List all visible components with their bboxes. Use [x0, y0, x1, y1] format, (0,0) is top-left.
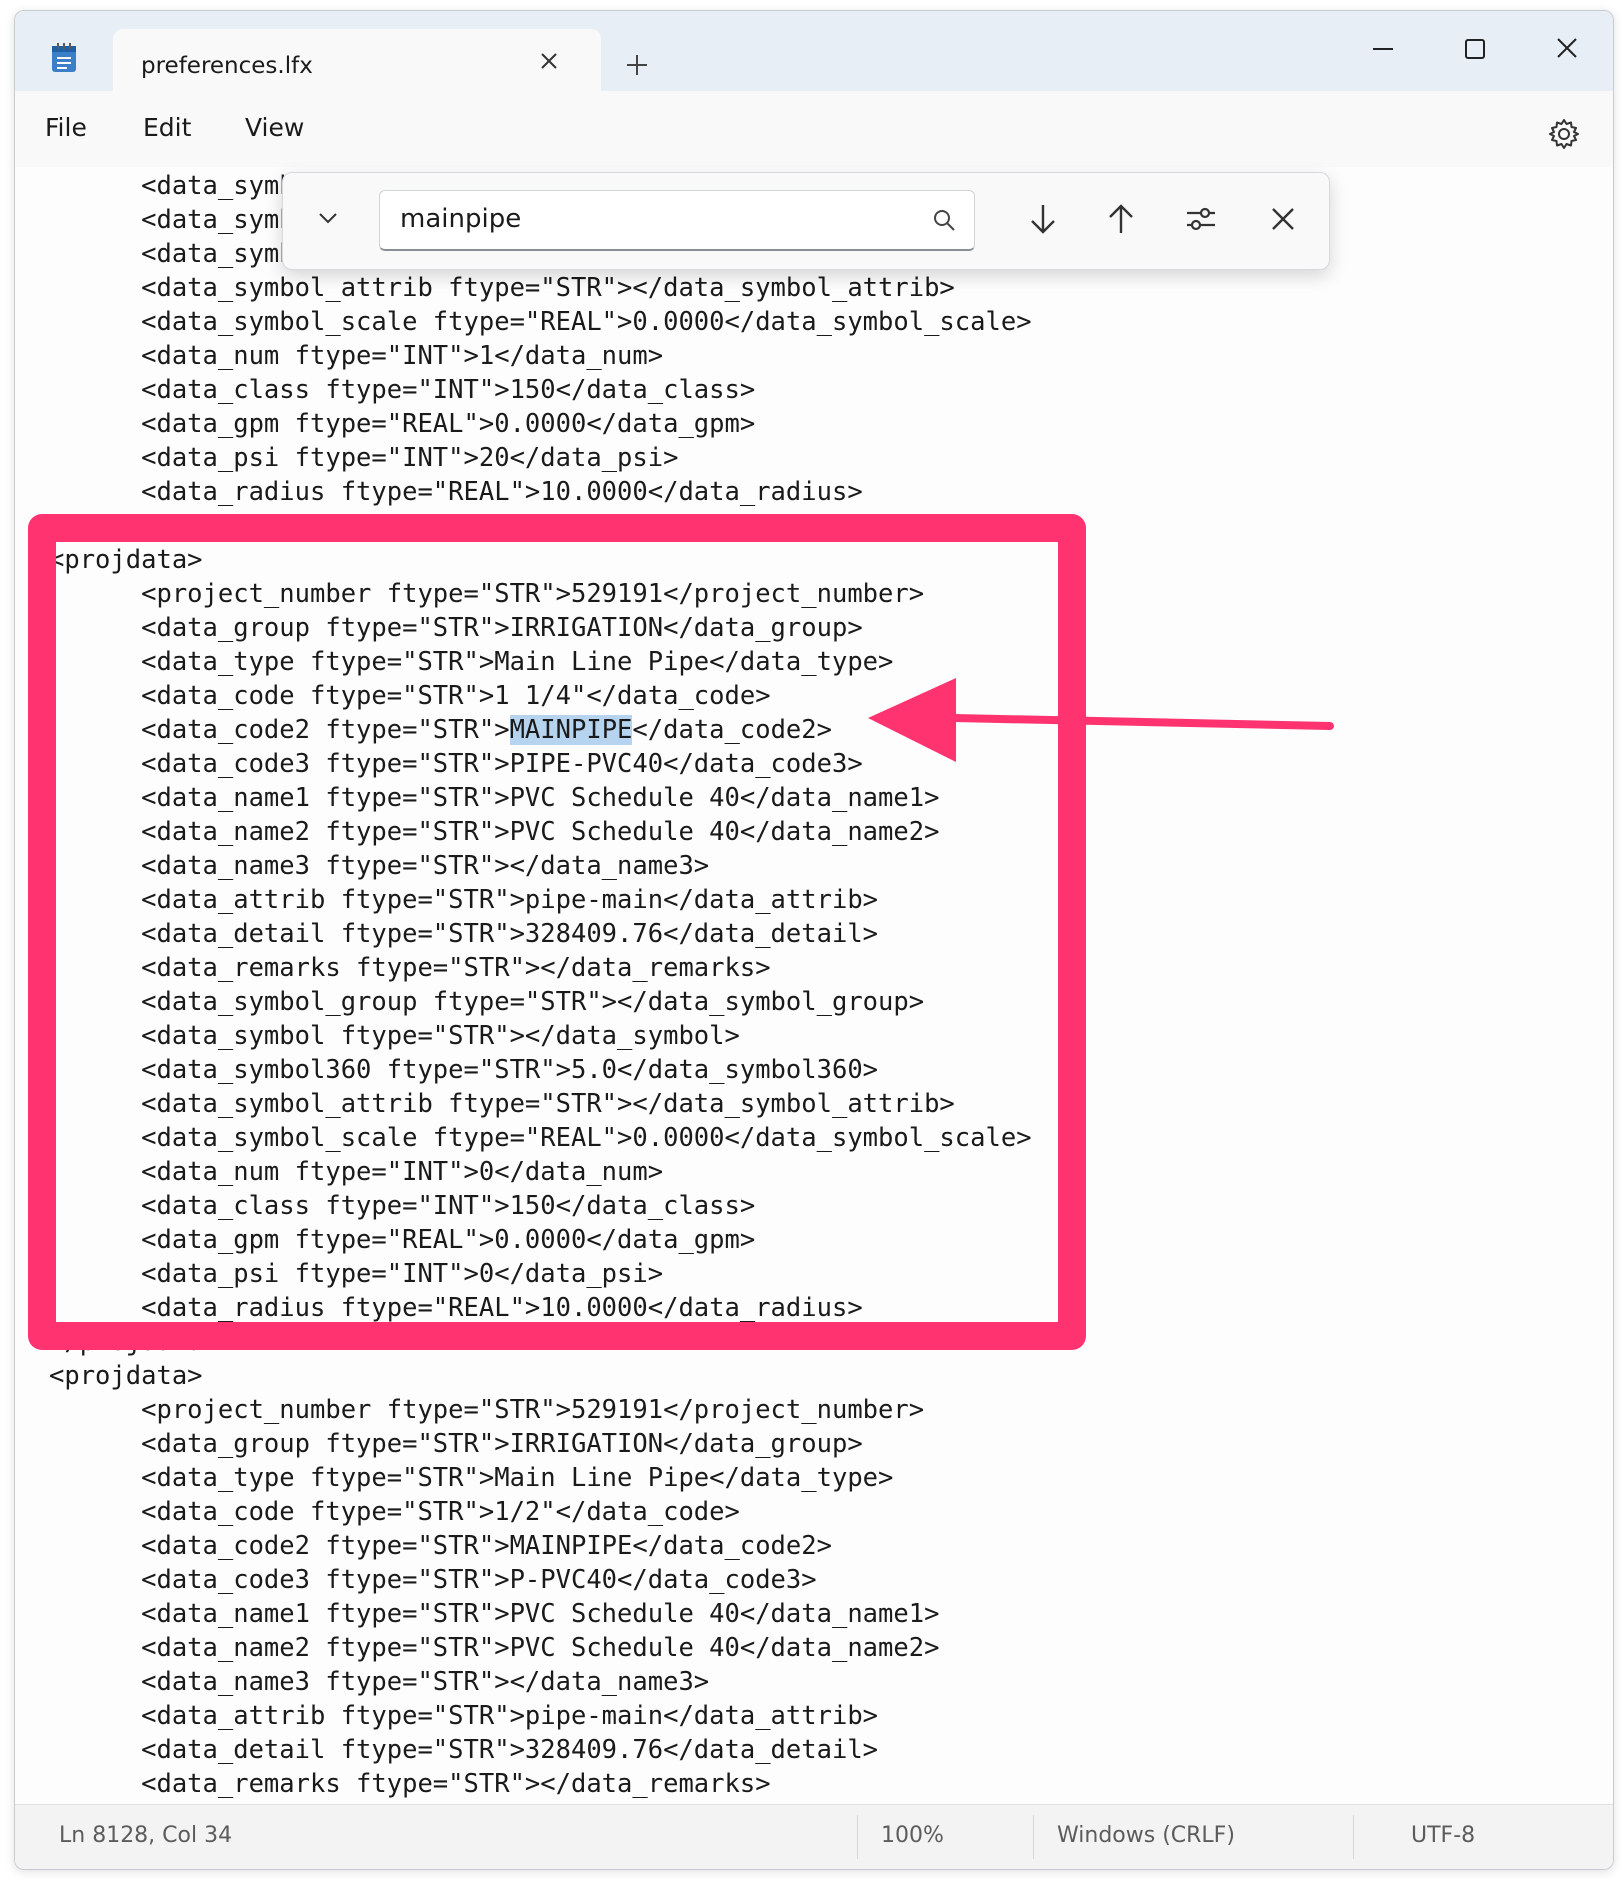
code-line: <data_class ftype="INT">150</data_class>: [49, 1191, 756, 1221]
code-line: <data_symbol_scale ftype="REAL">0.0000</…: [49, 1123, 1032, 1153]
settings-gear-icon[interactable]: [1547, 117, 1581, 151]
code-line: <data_remarks ftype="STR"></data_remarks…: [49, 953, 771, 983]
code-line: <data_code ftype="STR">1/2"</data_code>: [49, 1497, 740, 1527]
new-tab-plus-icon[interactable]: [623, 51, 651, 79]
tab-preferences[interactable]: preferences.lfx: [113, 29, 601, 93]
code-line: <data_name2 ftype="STR">PVC Schedule 40<…: [49, 817, 940, 847]
text-editor[interactable]: <data_symbol_group ftype="STR"></data_sy…: [15, 167, 1613, 1815]
code-line: <data_name3 ftype="STR"></data_name3>: [49, 1667, 710, 1697]
menu-file[interactable]: File: [45, 113, 87, 142]
chevron-down-icon[interactable]: [311, 201, 345, 235]
code-line: <data_code3 ftype="STR">P-PVC40</data_co…: [49, 1565, 817, 1595]
code-line: </projdata>: [49, 511, 218, 541]
search-match-highlight: MAINPIPE: [509, 715, 633, 745]
code-line: <data_gpm ftype="REAL">0.0000</data_gpm>: [49, 1225, 756, 1255]
code-line: <project_number ftype="STR">529191</proj…: [49, 579, 925, 609]
code-line: <data_name1 ftype="STR">PVC Schedule 40<…: [49, 783, 940, 813]
code-line: <data_code ftype="STR">1 1/4"</data_code…: [49, 681, 771, 711]
code-line: <data_group ftype="STR">IRRIGATION</data…: [49, 613, 863, 643]
code-line: <data_radius ftype="REAL">10.0000</data_…: [49, 1293, 863, 1323]
status-divider: [1033, 1815, 1034, 1859]
title-bar: preferences.lfx: [15, 11, 1613, 93]
code-line: <data_type ftype="STR">Main Line Pipe</d…: [49, 647, 894, 677]
cursor-position: Ln 8128, Col 34: [59, 1823, 233, 1848]
notepad-app-icon: [52, 43, 76, 72]
code-line: <data_type ftype="STR">Main Line Pipe</d…: [49, 1463, 894, 1493]
close-find-icon[interactable]: [1263, 199, 1303, 239]
search-icon: [934, 210, 955, 231]
status-divider: [1353, 1815, 1354, 1859]
code-line: <projdata>: [49, 1361, 203, 1391]
code-line: <data_code2 ftype="STR">MAINPIPE</data_c…: [49, 1531, 832, 1561]
minimize-icon[interactable]: [1361, 31, 1405, 67]
status-divider: [857, 1815, 858, 1859]
code-line: <data_attrib ftype="STR">pipe-main</data…: [49, 1701, 879, 1731]
status-bar: Ln 8128, Col 34 100% Windows (CRLF) UTF-…: [15, 1804, 1613, 1869]
close-tab-icon[interactable]: [537, 49, 561, 73]
code-line: <data_name2 ftype="STR">PVC Schedule 40<…: [49, 1633, 940, 1663]
code-line: <data_radius ftype="REAL">10.0000</data_…: [49, 477, 863, 507]
tab-title: preferences.lfx: [141, 53, 313, 79]
code-line: <projdata>: [49, 545, 203, 575]
find-query: mainpipe: [400, 204, 522, 234]
code-line: <data_gpm ftype="REAL">0.0000</data_gpm>: [49, 409, 756, 439]
maximize-icon[interactable]: [1453, 31, 1497, 67]
notepad-window: preferences.lfx File Edit View <data_sym…: [14, 10, 1614, 1870]
find-input[interactable]: mainpipe: [379, 190, 975, 251]
menu-view[interactable]: View: [245, 113, 304, 142]
code-line: <data_symbol ftype="STR"></data_symbol>: [49, 1021, 740, 1051]
zoom-level[interactable]: 100%: [881, 1823, 944, 1848]
find-previous-arrow-up-icon[interactable]: [1101, 199, 1141, 239]
menu-edit[interactable]: Edit: [143, 113, 191, 142]
code-line: <data_name1 ftype="STR">PVC Schedule 40<…: [49, 1599, 940, 1629]
find-bar: mainpipe: [282, 172, 1330, 270]
code-line: <data_symbol_scale ftype="REAL">0.0000</…: [49, 307, 1032, 337]
code-line: <data_num ftype="INT">0</data_num>: [49, 1157, 664, 1187]
close-window-icon[interactable]: [1545, 31, 1589, 67]
code-line: <data_detail ftype="STR">328409.76</data…: [49, 1735, 879, 1765]
code-line: <data_symbol_group ftype="STR"></data_sy…: [49, 987, 925, 1017]
code-line: <data_code2 ftype="STR">MAINPIPE</data_c…: [49, 715, 832, 745]
code-line: <data_detail ftype="STR">328409.76</data…: [49, 919, 879, 949]
encoding[interactable]: UTF-8: [1411, 1823, 1475, 1848]
code-line: <data_symbol360 ftype="STR">5.0</data_sy…: [49, 1055, 879, 1085]
code-line: <data_name3 ftype="STR"></data_name3>: [49, 851, 710, 881]
code-line: <data_symbol_attrib ftype="STR"></data_s…: [49, 1089, 955, 1119]
code-line: <data_code3 ftype="STR">PIPE-PVC40</data…: [49, 749, 863, 779]
code-line: <data_remarks ftype="STR"></data_remarks…: [49, 1769, 771, 1799]
code-line: <project_number ftype="STR">529191</proj…: [49, 1395, 925, 1425]
code-line: <data_psi ftype="INT">20</data_psi>: [49, 443, 679, 473]
menu-bar: File Edit View: [15, 91, 1613, 167]
code-line: <data_symbol_attrib ftype="STR"></data_s…: [49, 273, 955, 303]
line-ending[interactable]: Windows (CRLF): [1057, 1823, 1235, 1848]
code-line: <data_group ftype="STR">IRRIGATION</data…: [49, 1429, 863, 1459]
find-next-arrow-down-icon[interactable]: [1023, 199, 1063, 239]
code-line: <data_class ftype="INT">150</data_class>: [49, 375, 756, 405]
find-options-sliders-icon[interactable]: [1181, 199, 1221, 239]
code-line: </projdata>: [49, 1327, 218, 1357]
code-line: <data_num ftype="INT">1</data_num>: [49, 341, 664, 371]
code-line: <data_psi ftype="INT">0</data_psi>: [49, 1259, 664, 1289]
code-line: <data_attrib ftype="STR">pipe-main</data…: [49, 885, 879, 915]
